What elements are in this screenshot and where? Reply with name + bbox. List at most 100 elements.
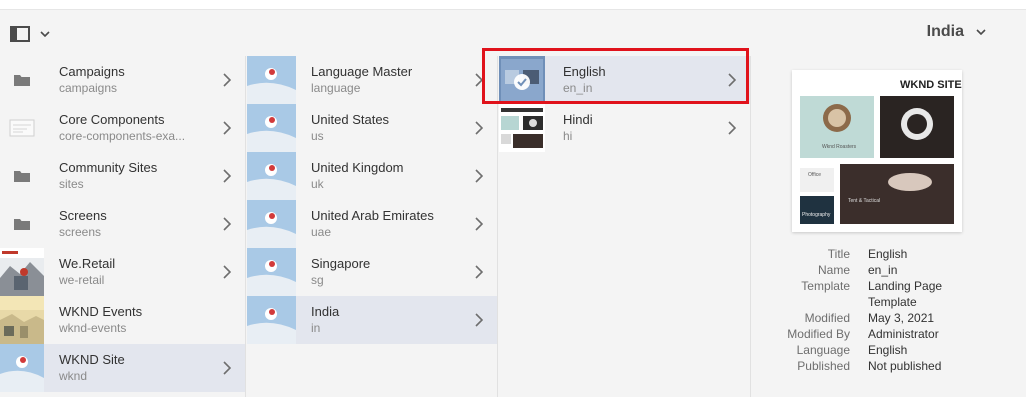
wknd-site-thumbnail xyxy=(0,344,44,392)
folder-icon xyxy=(0,152,44,200)
meta-language-value: English xyxy=(868,343,908,357)
metadata-list: Title English Name en_in Template Landing P… xyxy=(752,246,1026,374)
page-preview-card: WKND SITE Wknd Roasters Office Tent & Ta… xyxy=(792,70,962,232)
details-panel: WKND SITE Wknd Roasters Office Tent & Ta… xyxy=(752,56,1026,397)
item-name: uk xyxy=(311,177,324,191)
meta-language-key: Language xyxy=(796,343,850,357)
meta-template-value-line2: Template xyxy=(868,295,917,309)
chevron-right-icon[interactable] xyxy=(475,121,483,135)
page-thumbnail xyxy=(499,104,545,152)
wknd-site-thumbnail xyxy=(247,296,296,344)
preview-card3-label: Tent & Tactical xyxy=(848,198,880,204)
item-title: Language Master xyxy=(311,64,413,79)
wknd-site-thumbnail xyxy=(247,152,296,200)
meta-name-key: Name xyxy=(817,263,850,277)
item-title: India xyxy=(311,304,340,319)
meta-modified-value: May 3, 2021 xyxy=(868,311,935,325)
list-item[interactable]: Screens screens xyxy=(0,200,245,248)
wknd-site-thumbnail xyxy=(247,56,296,104)
list-item[interactable]: United States us xyxy=(247,104,497,152)
item-name: in xyxy=(311,321,321,335)
meta-published-key: Published xyxy=(797,359,850,373)
meta-template-key: Template xyxy=(801,279,850,293)
item-name: sg xyxy=(311,273,324,287)
item-name: wknd-events xyxy=(59,321,127,335)
item-name: core-components-exa... xyxy=(59,129,186,143)
list-item[interactable]: United Kingdom uk xyxy=(247,152,497,200)
chevron-right-icon[interactable] xyxy=(728,121,736,135)
item-name: campaigns xyxy=(59,81,118,95)
list-item[interactable]: United Arab Emirates uae xyxy=(247,200,497,248)
page-preview-image: WKND SITE Wknd Roasters Office Tent & Ta… xyxy=(792,70,962,232)
item-title: United Kingdom xyxy=(311,160,404,175)
list-item[interactable]: Language Master language xyxy=(247,56,497,104)
list-item[interactable]: Singapore sg xyxy=(247,248,497,296)
chevron-right-icon[interactable] xyxy=(475,313,483,327)
page-title-label: India xyxy=(926,23,964,40)
chevron-right-icon[interactable] xyxy=(475,217,483,231)
item-title: United Arab Emirates xyxy=(311,208,434,223)
folder-icon xyxy=(0,200,44,248)
item-title: Community Sites xyxy=(59,160,158,175)
we-retail-thumbnail xyxy=(0,248,44,296)
item-name: uae xyxy=(311,225,332,239)
wknd-site-thumbnail xyxy=(247,200,296,248)
list-item[interactable]: Core Components core-components-exa... xyxy=(0,104,245,152)
chevron-right-icon[interactable] xyxy=(223,361,231,375)
wknd-events-thumbnail xyxy=(0,296,44,344)
chevron-right-icon[interactable] xyxy=(223,265,231,279)
list-item-selected[interactable]: WKND Site wknd xyxy=(0,344,245,392)
meta-name-value: en_in xyxy=(868,263,898,277)
chevron-right-icon[interactable] xyxy=(223,169,231,183)
chevron-right-icon[interactable] xyxy=(223,73,231,87)
chevron-down-icon xyxy=(40,31,50,37)
meta-modified-by-value: Administrator xyxy=(868,327,939,341)
item-title: Core Components xyxy=(59,112,165,127)
chevron-right-icon[interactable] xyxy=(475,265,483,279)
preview-card2-label: Office xyxy=(808,172,821,178)
preview-card4-label: Photography xyxy=(802,212,831,218)
item-name: screens xyxy=(59,225,102,239)
column-india: English en_in Hindi hi xyxy=(499,56,751,397)
list-item-selected[interactable]: India in xyxy=(247,296,497,344)
meta-spacer xyxy=(752,294,868,310)
annotation-highlight-box xyxy=(482,48,749,104)
meta-modified-key: Modified xyxy=(804,311,850,325)
meta-modified-by-key: Modified By xyxy=(787,327,850,341)
item-name: wknd xyxy=(59,369,88,383)
preview-card1-label: Wknd Roasters xyxy=(822,144,857,150)
item-title: Screens xyxy=(59,208,107,223)
item-name: language xyxy=(311,81,361,95)
list-item[interactable]: Hindi hi xyxy=(499,104,750,152)
chevron-down-icon xyxy=(976,29,986,35)
item-name: sites xyxy=(59,177,84,191)
preview-brand: WKND SITE xyxy=(900,79,962,91)
item-title: WKND Site xyxy=(59,352,125,367)
meta-template-value: Landing Page xyxy=(868,279,943,293)
chevron-right-icon[interactable] xyxy=(223,121,231,135)
item-title: We.Retail xyxy=(59,256,116,271)
item-title: Campaigns xyxy=(59,64,125,79)
list-item[interactable]: Community Sites sites xyxy=(0,152,245,200)
wknd-site-thumbnail xyxy=(247,248,296,296)
list-item[interactable]: Campaigns campaigns xyxy=(0,56,245,104)
list-item[interactable]: We.Retail we-retail xyxy=(0,248,245,296)
item-name: hi xyxy=(563,129,573,143)
chevron-right-icon[interactable] xyxy=(475,169,483,183)
meta-title-value: English xyxy=(868,247,908,261)
rail-icon xyxy=(10,26,30,42)
list-item[interactable]: WKND Events wknd-events xyxy=(0,296,245,344)
page-title[interactable]: India xyxy=(927,23,986,41)
top-strip xyxy=(0,0,1026,10)
folder-icon xyxy=(0,56,44,104)
chevron-right-icon[interactable] xyxy=(223,217,231,231)
item-name: we-retail xyxy=(59,273,105,287)
item-name: us xyxy=(311,129,324,143)
item-title: WKND Events xyxy=(59,304,143,319)
wknd-site-thumbnail xyxy=(247,104,296,152)
item-title: Hindi xyxy=(563,112,593,127)
column-wknd-site: Language Master language United States us … xyxy=(247,56,498,397)
rail-toggle-button[interactable] xyxy=(10,24,52,44)
template-icon xyxy=(0,104,44,152)
item-title: United States xyxy=(311,112,390,127)
